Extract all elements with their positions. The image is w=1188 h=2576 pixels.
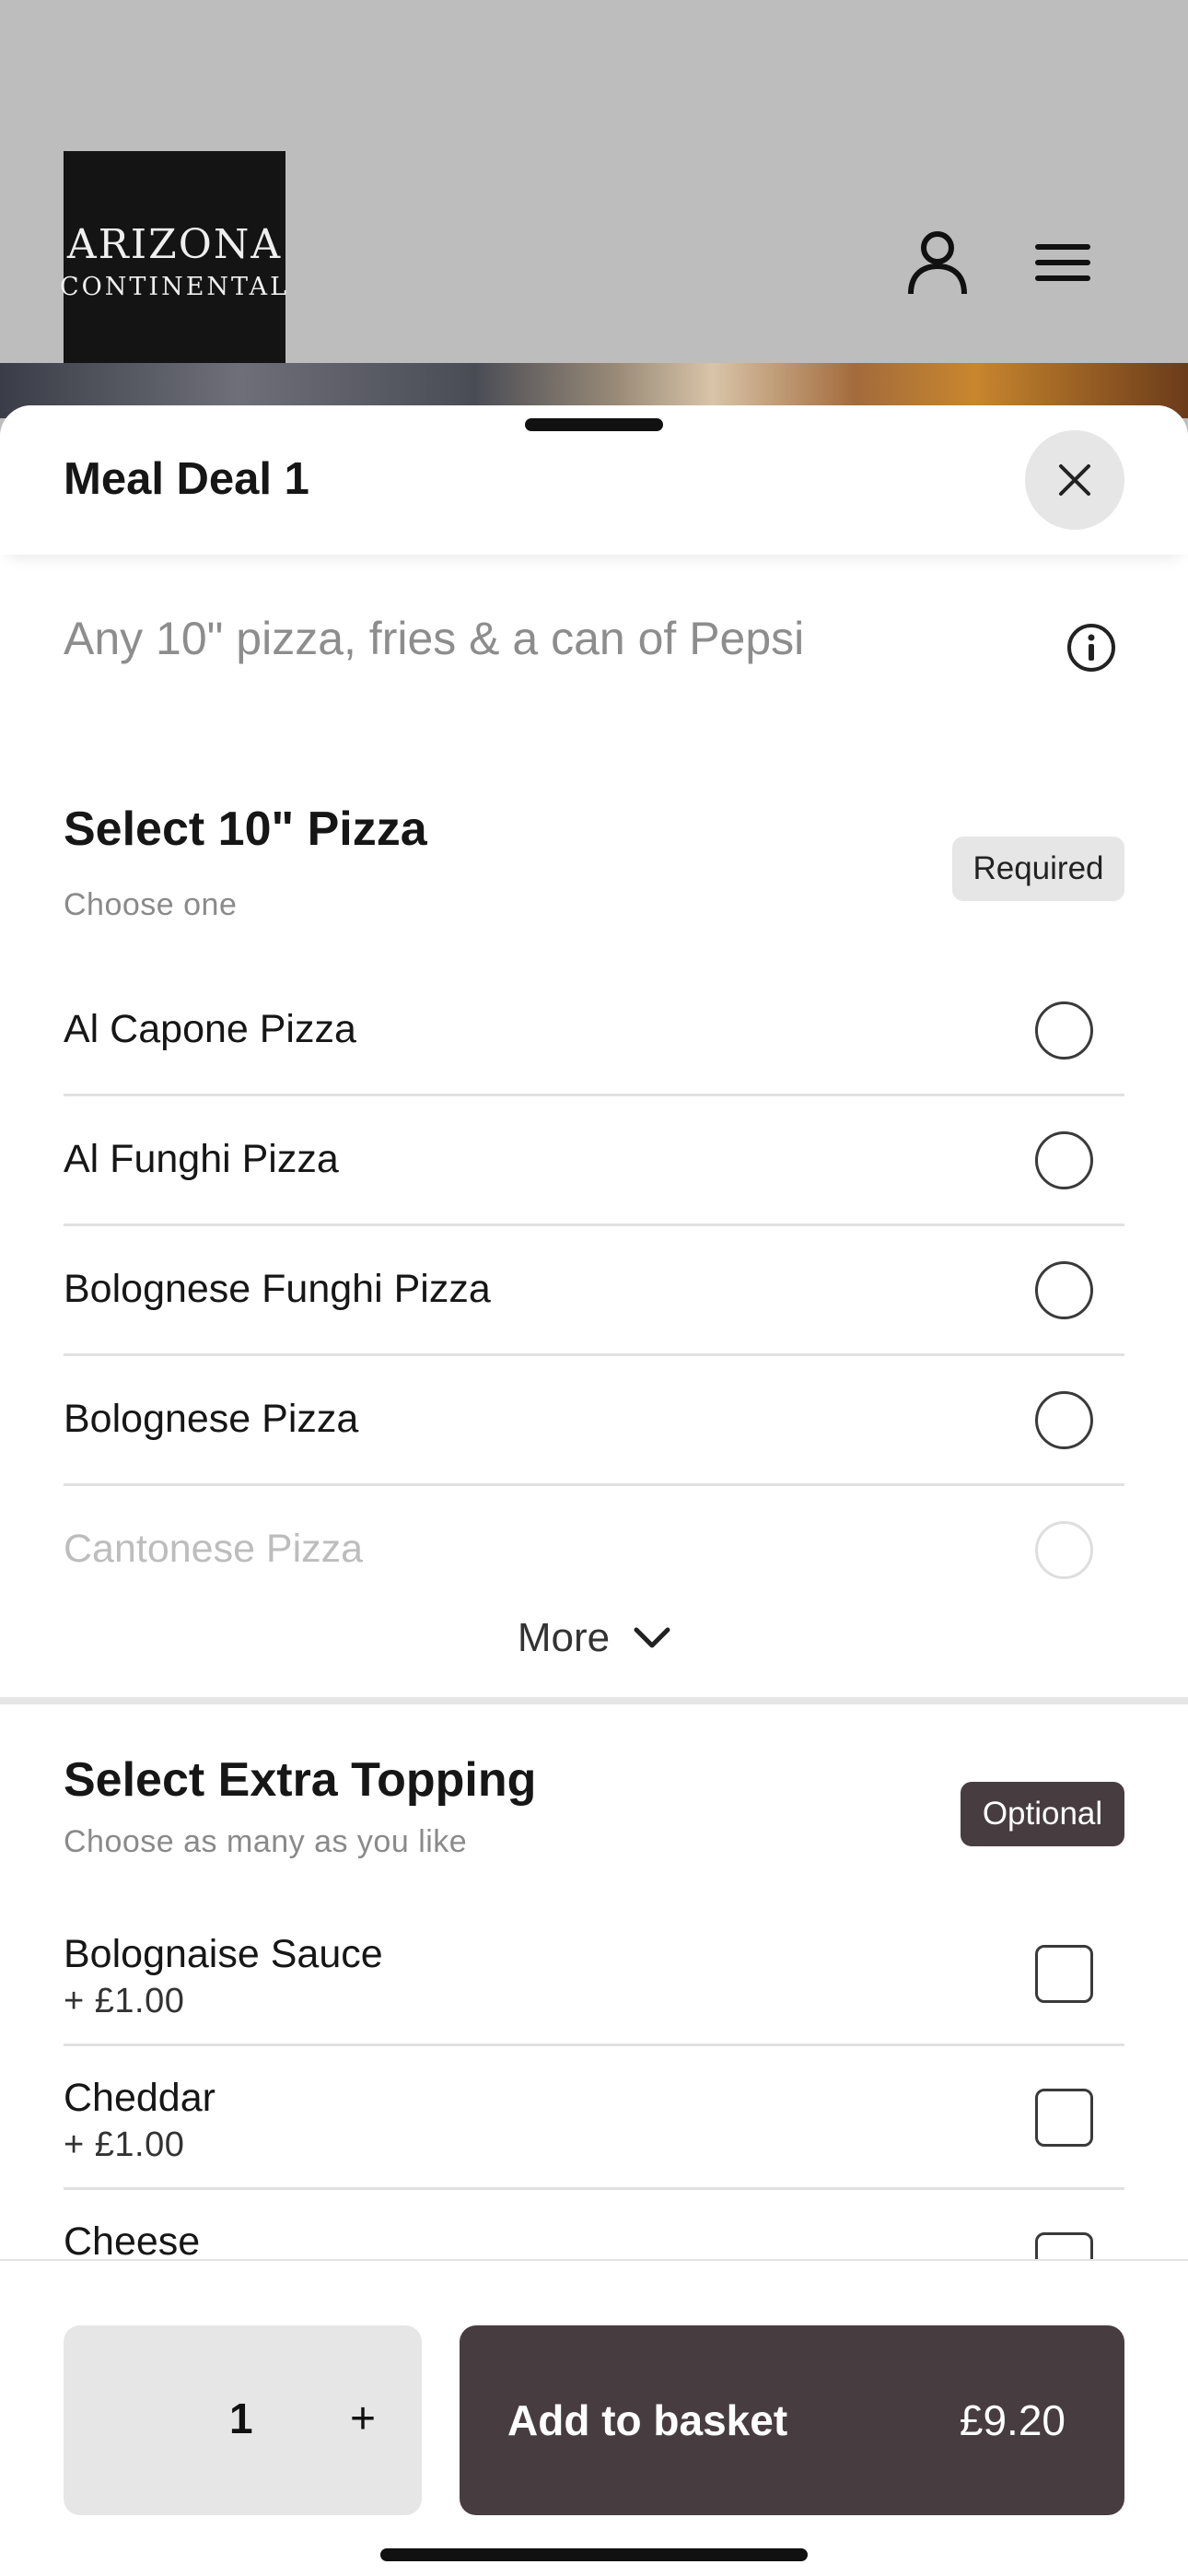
logo-line1: ARIZONA: [66, 221, 283, 268]
close-button[interactable]: [1025, 430, 1124, 530]
sheet-header: Meal Deal 1: [0, 405, 1188, 555]
pizza-option-label: Bolognese Funghi Pizza: [64, 1267, 491, 1311]
hamburger-menu-icon[interactable]: [1026, 221, 1100, 304]
radio-button[interactable]: [1035, 1391, 1093, 1449]
action-bar: 1 + Add to basket £9.20: [0, 2259, 1188, 2576]
basket-total-price: £9.20: [959, 2396, 1066, 2444]
pizza-option-label: Bolognese Pizza: [64, 1397, 359, 1441]
topping-section-title: Select Extra Topping: [64, 1753, 537, 1807]
pizza-option[interactable]: Bolognese Pizza: [64, 1356, 1124, 1486]
sheet-grabber[interactable]: [525, 418, 663, 431]
topping-option-price: + £1.00: [64, 2125, 185, 2164]
product-description: Any 10" pizza, fries & a can of Pepsi: [64, 613, 805, 664]
radio-button[interactable]: [1035, 1131, 1093, 1189]
required-badge: Required: [952, 837, 1124, 901]
increment-button[interactable]: +: [331, 2386, 395, 2451]
more-label: More: [517, 1615, 611, 1660]
quantity-stepper[interactable]: 1 +: [64, 2325, 422, 2515]
more-button[interactable]: More: [0, 1601, 1188, 1675]
account-icon[interactable]: [901, 221, 974, 304]
topping-option[interactable]: Bolognaise Sauce + £1.00: [64, 1903, 1124, 2046]
radio-button[interactable]: [1035, 1261, 1093, 1319]
product-title: Meal Deal 1: [64, 454, 309, 504]
pizza-section-title: Select 10" Pizza: [64, 802, 427, 856]
checkbox[interactable]: [1035, 2089, 1093, 2147]
topping-option-label: Cheese: [64, 2219, 201, 2264]
home-indicator: [380, 2548, 808, 2561]
quantity-value: 1: [229, 2395, 253, 2442]
add-to-basket-button[interactable]: Add to basket £9.20: [460, 2325, 1124, 2515]
pizza-option[interactable]: Al Capone Pizza: [64, 966, 1124, 1096]
topping-option-price: + £1.00: [64, 1982, 185, 2020]
radio-button[interactable]: [1035, 1001, 1093, 1060]
topping-option-label: Cheddar: [64, 2076, 215, 2120]
close-icon: [1059, 464, 1090, 496]
info-icon[interactable]: [1066, 622, 1117, 673]
topping-option[interactable]: Cheddar + £1.00: [64, 2046, 1124, 2190]
pizza-option-label: Cantonese Pizza: [64, 1527, 364, 1571]
add-to-basket-label: Add to basket: [507, 2396, 788, 2444]
chevron-down-icon: [634, 1627, 670, 1648]
section-divider: [0, 1697, 1188, 1704]
logo-line2: CONTINENTAL: [60, 273, 290, 301]
product-sheet: Meal Deal 1 Any 10" pizza, fries & a can…: [0, 405, 1188, 2576]
pizza-option-label: Al Funghi Pizza: [64, 1137, 339, 1181]
site-header: ARIZONA CONTINENTAL: [0, 0, 1188, 373]
brand-logo[interactable]: ARIZONA CONTINENTAL: [60, 151, 286, 373]
topping-option-label: Bolognaise Sauce: [64, 1932, 383, 1976]
topping-section-subtitle: Choose as many as you like: [64, 1824, 468, 1859]
optional-badge: Optional: [961, 1782, 1124, 1846]
radio-button[interactable]: [1035, 1521, 1093, 1579]
pizza-section-subtitle: Choose one: [64, 887, 238, 922]
pizza-option[interactable]: Al Funghi Pizza: [64, 1096, 1124, 1226]
checkbox[interactable]: [1035, 1945, 1093, 2003]
pizza-option[interactable]: Cantonese Pizza: [64, 1486, 1124, 1616]
pizza-option[interactable]: Bolognese Funghi Pizza: [64, 1226, 1124, 1356]
pizza-option-label: Al Capone Pizza: [64, 1007, 356, 1051]
